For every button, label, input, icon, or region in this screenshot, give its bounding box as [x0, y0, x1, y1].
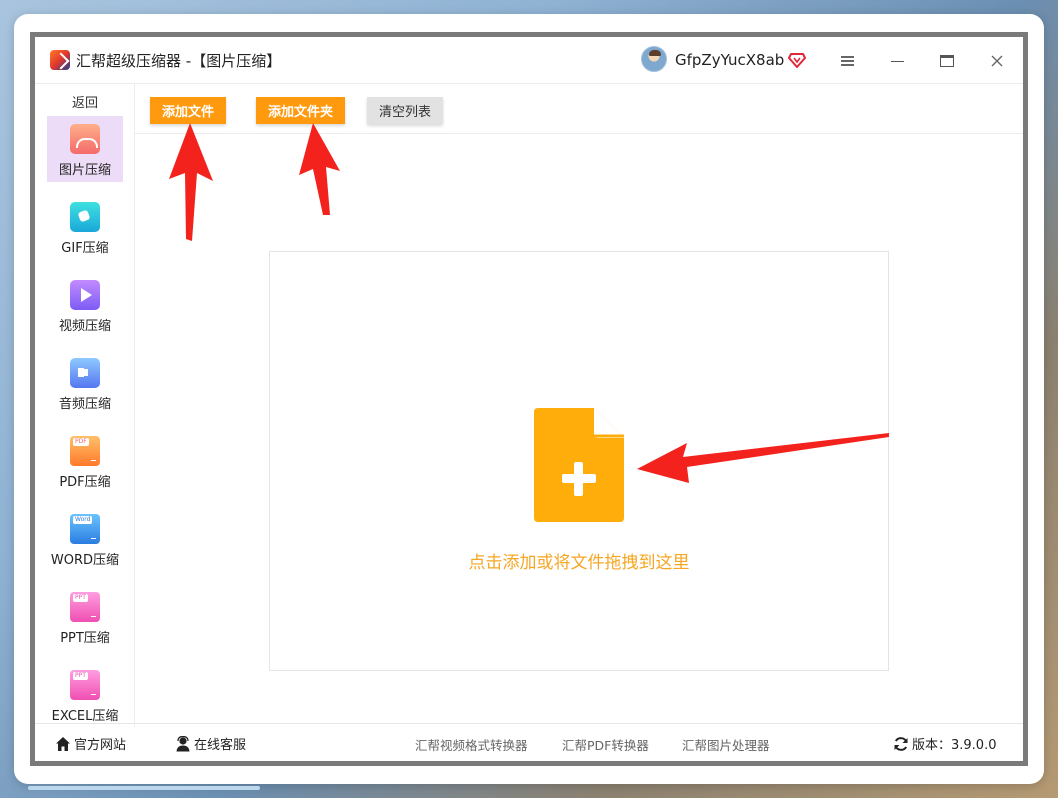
vip-diamond-icon[interactable] — [788, 51, 806, 69]
sidebar-item-label: 视频压缩 — [58, 319, 111, 334]
avatar[interactable] — [641, 46, 667, 72]
hamburger-icon — [840, 56, 854, 66]
sidebar-item-label: EXCEL压缩 — [51, 709, 119, 724]
app-name: 汇帮超级压缩器 — [76, 52, 182, 70]
toolbar: 添加文件 添加文件夹 清空列表 — [135, 84, 1023, 134]
audio-compress-icon — [70, 358, 100, 388]
sidebar-item-label: GIF压缩 — [61, 241, 109, 256]
sidebar-item-excel[interactable]: PPT EXCEL压缩 — [47, 662, 123, 728]
word-compress-icon: Word — [70, 514, 100, 544]
footer-link-image-processor[interactable]: 汇帮图片处理器 — [682, 735, 770, 754]
official-website-link[interactable]: 官方网站 — [55, 734, 126, 753]
pdf-compress-icon: PDF — [70, 436, 100, 466]
close-icon — [991, 55, 1003, 67]
sidebar-item-label: 图片压缩 — [58, 163, 111, 178]
maximize-icon — [940, 55, 954, 67]
footer: 官方网站 在线客服 汇帮视频格式转换器 汇帮PDF转换器 汇帮图片处理器 版本：… — [35, 723, 1023, 761]
sidebar: 返回 图片压缩 GIF压缩 视频压缩 音频压缩 PDF PDF压缩 Word W… — [35, 84, 135, 727]
online-support-link[interactable]: 在线客服 — [175, 734, 246, 753]
home-icon — [56, 736, 70, 751]
website-label: 官方网站 — [74, 738, 127, 753]
window-title: 汇帮超级压缩器 -【图片压缩】 — [76, 50, 281, 71]
sidebar-item-ppt[interactable]: PPT PPT压缩 — [47, 584, 123, 650]
file-tag: PDF — [73, 438, 89, 446]
refresh-icon — [894, 736, 908, 751]
annotation-arrow-icon — [169, 123, 213, 241]
file-drop-zone[interactable]: 点击添加或将文件拖拽到这里 — [269, 251, 889, 671]
sidebar-item-label: WORD压缩 — [50, 553, 120, 568]
sidebar-item-label: 音频压缩 — [58, 397, 111, 412]
file-tag: PPT — [73, 672, 88, 680]
sidebar-item-gif[interactable]: GIF压缩 — [47, 194, 123, 260]
sidebar-item-image[interactable]: 图片压缩 — [47, 116, 123, 182]
ppt-compress-icon: PPT — [70, 592, 100, 622]
excel-compress-icon: PPT — [70, 670, 100, 700]
footer-link-pdf-converter[interactable]: 汇帮PDF转换器 — [562, 735, 649, 754]
add-folder-button[interactable]: 添加文件夹 — [256, 97, 346, 124]
image-compress-icon — [70, 124, 100, 154]
minimize-button[interactable] — [883, 47, 911, 75]
file-tag: Word — [73, 516, 93, 524]
support-label: 在线客服 — [194, 738, 247, 753]
video-compress-icon — [70, 280, 100, 310]
sidebar-item-video[interactable]: 视频压缩 — [47, 272, 123, 338]
app-logo-icon — [50, 50, 70, 70]
taskbar-indicator — [28, 786, 260, 790]
sidebar-item-label: PDF压缩 — [59, 475, 111, 490]
add-file-icon — [534, 408, 624, 522]
back-link[interactable]: 返回 — [35, 92, 135, 111]
clear-list-button[interactable]: 清空列表 — [367, 97, 444, 124]
add-file-button[interactable]: 添加文件 — [150, 97, 227, 124]
sidebar-item-pdf[interactable]: PDF PDF压缩 — [47, 428, 123, 494]
title-bar: 汇帮超级压缩器 -【图片压缩】 GfpZyYucX8ab — [35, 37, 1023, 84]
menu-button[interactable] — [833, 47, 861, 75]
sidebar-item-word[interactable]: Word WORD压缩 — [47, 506, 123, 572]
module-name: -【图片压缩】 — [181, 52, 282, 70]
file-tag: PPT — [73, 594, 88, 602]
app-window: 汇帮超级压缩器 -【图片压缩】 GfpZyYucX8ab 返回 图片压缩 GIF… — [30, 32, 1028, 766]
close-button[interactable] — [983, 47, 1011, 75]
username[interactable]: GfpZyYucX8ab — [675, 51, 784, 69]
drop-hint-text: 点击添加或将文件拖拽到这里 — [468, 553, 690, 573]
footer-link-video-converter[interactable]: 汇帮视频格式转换器 — [415, 735, 528, 754]
version-info[interactable]: 版本：3.9.0.0 — [893, 734, 996, 753]
version-label: 版本：3.9.0.0 — [912, 738, 997, 753]
support-agent-icon — [176, 735, 190, 751]
sidebar-item-label: PPT压缩 — [60, 631, 110, 646]
sidebar-item-audio[interactable]: 音频压缩 — [47, 350, 123, 416]
maximize-button[interactable] — [933, 47, 961, 75]
minimize-icon — [890, 60, 904, 62]
annotation-arrow-icon — [299, 123, 340, 215]
gif-compress-icon — [70, 202, 100, 232]
